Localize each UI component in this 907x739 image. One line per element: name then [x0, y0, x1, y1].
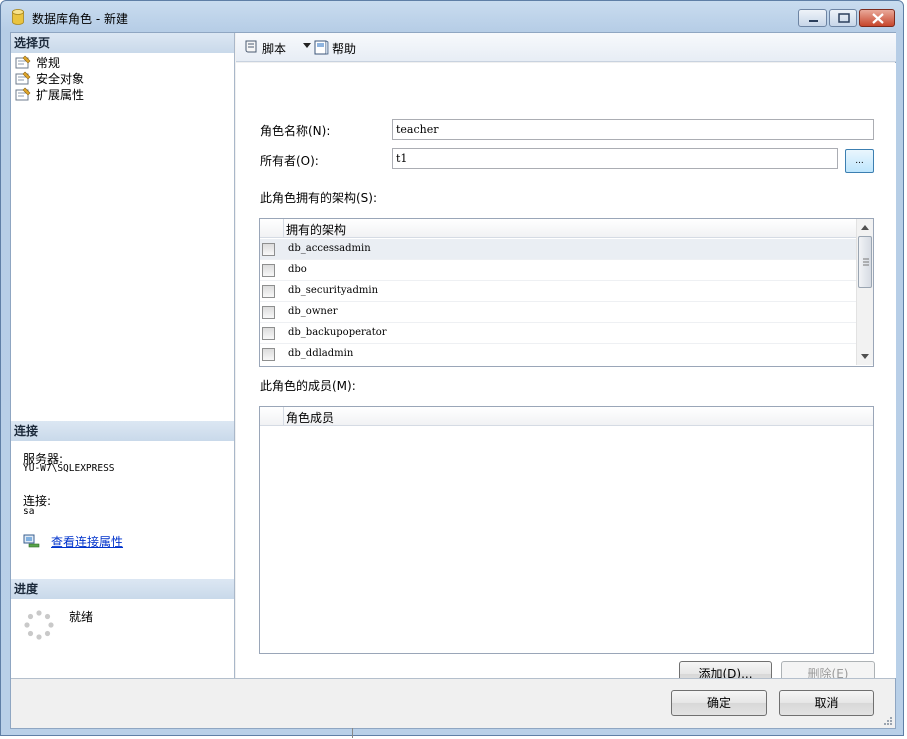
help-book-icon — [314, 40, 329, 55]
schemas-scrollbar[interactable] — [856, 219, 873, 365]
main-form: 角色名称(N): teacher 所有者(O): t1 ... 此角色拥有的架构… — [236, 63, 896, 687]
maximize-button[interactable] — [829, 9, 857, 27]
browse-owner-button[interactable]: ... — [845, 149, 874, 173]
schema-name: db_ddladmin — [288, 348, 354, 359]
table-row[interactable]: dbo — [260, 260, 856, 281]
progress-status: 就绪 — [69, 610, 94, 624]
progress-header: 进度 — [11, 579, 234, 599]
connection-value: sa — [23, 506, 35, 517]
dialog-footer: 确定 取消 — [11, 678, 895, 728]
table-row[interactable]: db_securityadmin — [260, 281, 856, 302]
schema-checkbox[interactable] — [262, 243, 275, 256]
dialog-client-area: 选择页 常规 安全对象 扩展属性 连接 服务器: YU-W7\SQLEXPRES… — [10, 32, 896, 729]
scroll-down-arrow-icon[interactable] — [857, 348, 873, 365]
view-connection-properties-link[interactable]: 查看连接属性 — [51, 533, 123, 550]
role-members-grid: 角色成员 — [259, 406, 874, 654]
page-settings-icon — [15, 55, 31, 69]
scroll-up-arrow-icon[interactable] — [857, 219, 873, 236]
role-name-input[interactable]: teacher — [392, 119, 874, 140]
table-row[interactable]: db_ddladmin — [260, 344, 856, 365]
help-label: 帮助 — [332, 42, 357, 56]
schema-checkbox[interactable] — [262, 327, 275, 340]
chevron-down-icon — [303, 43, 311, 48]
grid-header: 角色成员 — [260, 407, 873, 426]
schema-name: db_securityadmin — [288, 285, 379, 296]
schema-checkbox[interactable] — [262, 306, 275, 319]
table-row[interactable]: db_owner — [260, 302, 856, 323]
schema-name: db_backupoperator — [288, 327, 387, 338]
minimize-icon — [809, 20, 818, 22]
schema-name: dbo — [288, 264, 307, 275]
background-divider — [352, 728, 353, 738]
table-row[interactable]: db_backupoperator — [260, 323, 856, 344]
script-label: 脚本 — [262, 42, 287, 56]
owned-schemas-grid: 拥有的架构 db_accessadmin dbo db_securityadmi… — [259, 218, 874, 367]
ok-button[interactable]: 确定 — [671, 690, 767, 716]
progress-spinner-icon — [24, 610, 54, 640]
left-panel: 选择页 常规 安全对象 扩展属性 连接 服务器: YU-W7\SQLEXPRES… — [11, 33, 235, 678]
resize-grip-icon[interactable] — [883, 716, 893, 726]
schema-checkbox[interactable] — [262, 264, 275, 277]
schemas-column-header[interactable]: 拥有的架构 — [286, 221, 346, 238]
help-button[interactable]: 帮助 — [313, 39, 363, 56]
title-bar[interactable]: 数据库角色 - 新建 — [1, 1, 905, 35]
server-value: YU-W7\SQLEXPRESS — [23, 463, 115, 474]
window-title: 数据库角色 - 新建 — [32, 12, 128, 26]
dialog-window: 数据库角色 - 新建 选择页 常规 安全对象 扩展属性 连接 服务器: YU-W… — [0, 0, 904, 736]
schema-name: db_accessadmin — [288, 243, 371, 254]
select-page-header: 选择页 — [11, 33, 234, 53]
page-item-label: 安全对象 — [36, 72, 85, 86]
cancel-button[interactable]: 取消 — [779, 690, 874, 716]
page-settings-icon — [15, 71, 31, 85]
schemas-label: 此角色拥有的架构(S): — [260, 191, 378, 205]
page-item-label: 常规 — [36, 56, 61, 70]
close-icon — [872, 13, 884, 24]
grid-header-first-column — [260, 407, 284, 425]
members-label: 此角色的成员(M): — [260, 379, 356, 393]
schema-name: db_owner — [288, 306, 338, 317]
grid-header: 拥有的架构 — [260, 219, 856, 238]
page-item-label: 扩展属性 — [36, 88, 85, 102]
schema-checkbox[interactable] — [262, 348, 275, 361]
database-icon — [12, 9, 24, 25]
members-column-header[interactable]: 角色成员 — [286, 409, 334, 426]
close-button[interactable] — [859, 9, 895, 27]
role-name-label: 角色名称(N): — [260, 124, 331, 138]
maximize-icon — [838, 13, 850, 23]
script-button[interactable]: 脚本 — [243, 39, 313, 56]
scrollbar-thumb[interactable] — [858, 236, 872, 288]
grip-lines-icon — [863, 258, 869, 266]
schema-checkbox[interactable] — [262, 285, 275, 298]
table-row[interactable]: db_accessadmin — [260, 239, 856, 260]
grid-header-checkbox-column — [260, 219, 284, 237]
connection-header: 连接 — [11, 421, 234, 441]
connection-properties-icon — [23, 534, 40, 548]
owner-input[interactable]: t1 — [392, 148, 838, 169]
script-scroll-icon — [245, 40, 257, 53]
page-settings-icon — [15, 87, 31, 101]
owner-label: 所有者(O): — [260, 154, 319, 168]
minimize-button[interactable] — [798, 9, 827, 27]
toolbar: 脚本 帮助 — [236, 33, 896, 62]
